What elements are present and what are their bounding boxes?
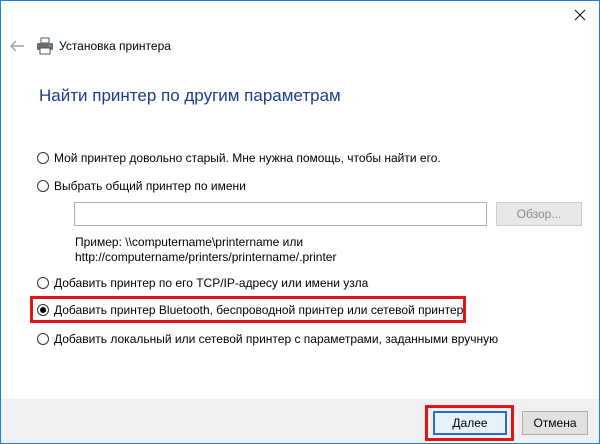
radio-old-printer[interactable]	[37, 152, 49, 164]
back-arrow-icon	[10, 40, 24, 52]
browse-button[interactable]: Обзор...	[496, 202, 582, 226]
radio-manual-settings[interactable]	[37, 333, 49, 345]
option-shared-by-name-label: Выбрать общий принтер по имени	[54, 179, 246, 193]
option-tcp-ip-label: Добавить принтер по его TCP/IP-адресу ил…	[54, 276, 369, 290]
printer-icon	[37, 37, 53, 55]
shared-printer-name-input[interactable]	[74, 202, 487, 226]
close-icon	[574, 9, 586, 21]
option-bluetooth-wireless-network-label: Добавить принтер Bluetooth, беспроводной…	[54, 303, 464, 317]
option-manual-settings-label: Добавить локальный или сетевой принтер с…	[54, 332, 499, 346]
example-hint: Пример: \\computername\printername или h…	[75, 235, 336, 265]
next-button[interactable]: Далее	[433, 411, 507, 435]
page-title: Найти принтер по другим параметрам	[39, 86, 341, 105]
option-manual-settings[interactable]: Добавить локальный или сетевой принтер с…	[37, 330, 498, 348]
close-button[interactable]	[567, 3, 593, 27]
option-tcp-ip[interactable]: Добавить принтер по его TCP/IP-адресу ил…	[37, 274, 368, 292]
cancel-button[interactable]: Отмена	[522, 411, 588, 435]
example-hint-line2: http://computername/printers/printername…	[75, 250, 337, 264]
radio-shared-by-name[interactable]	[37, 180, 49, 192]
radio-tcp-ip[interactable]	[37, 277, 49, 289]
wizard-title: Установка принтера	[59, 39, 171, 53]
printer-setup-window: Установка принтера Найти принтер по друг…	[0, 0, 600, 444]
radio-bluetooth-wireless-network[interactable]	[37, 304, 49, 316]
title-bar	[1, 1, 599, 31]
option-bluetooth-wireless-network[interactable]: Добавить принтер Bluetooth, беспроводной…	[37, 301, 463, 319]
example-hint-line1: Пример: \\computername\printername или	[75, 235, 304, 249]
back-button[interactable]	[7, 36, 27, 56]
option-shared-by-name[interactable]: Выбрать общий принтер по имени	[37, 177, 246, 195]
option-old-printer[interactable]: Мой принтер довольно старый. Мне нужна п…	[37, 149, 441, 167]
wizard-header: Установка принтера	[1, 31, 599, 61]
option-old-printer-label: Мой принтер довольно старый. Мне нужна п…	[54, 151, 441, 165]
